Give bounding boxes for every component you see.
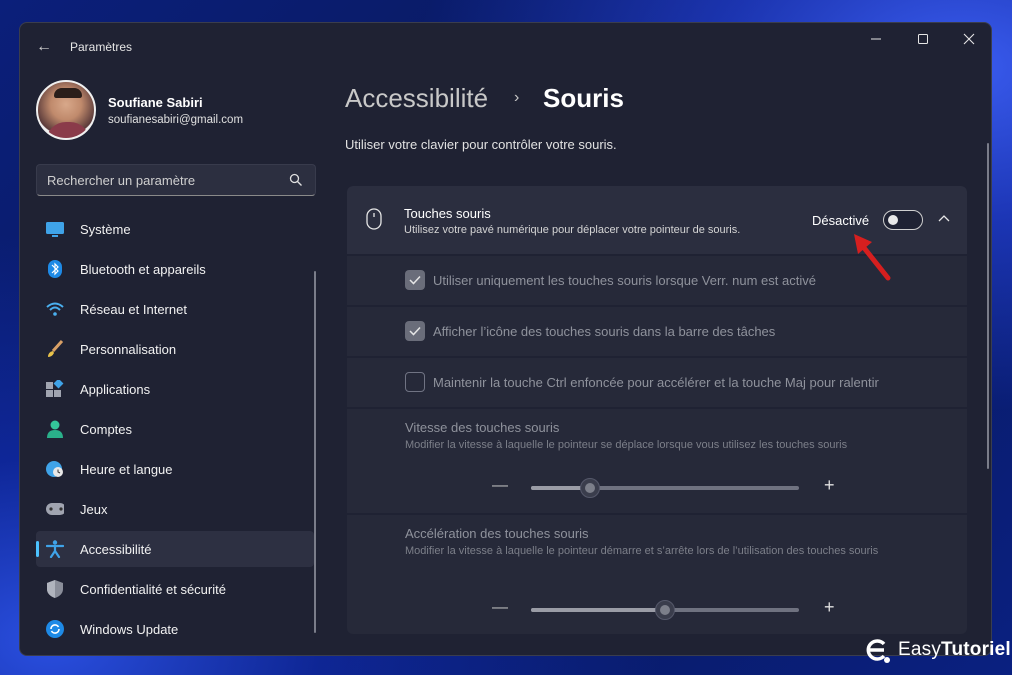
user-name: Soufiane Sabiri [108,95,203,110]
sidebar-item-label: Réseau et Internet [80,302,187,317]
settings-window: ← Paramètres Soufiane Sabiri soufianesab… [19,22,992,656]
close-icon [963,33,975,45]
content-scrollbar[interactable] [987,143,989,469]
back-button[interactable]: ← [32,35,56,59]
chevron-up-icon[interactable] [937,212,951,226]
minimize-icon [871,38,881,40]
acceleration-subtitle: Modifier la vitesse à laquelle le pointe… [405,545,879,557]
bluetooth-icon [46,260,64,278]
sidebar-item-heure[interactable]: Heure et langue [36,451,314,487]
slider-thumb[interactable] [579,478,600,498]
sidebar-item-label: Confidentialité et sécurité [80,582,226,597]
update-icon [46,620,64,638]
option-checkbox[interactable] [405,372,425,392]
mouse-keys-subtitle: Utilisez votre pavé numérique pour dépla… [404,224,741,236]
sidebar-item-label: Bluetooth et appareils [80,262,206,277]
sidebar-nav: Système Bluetooth et appareils Réseau et… [36,211,314,651]
toggle-state-label: Désactivé [812,213,870,228]
sidebar-scrollbar[interactable] [314,271,316,633]
sidebar-item-label: Applications [80,382,151,397]
option-row[interactable]: Afficher l’icône des touches souris dans… [347,307,967,356]
easytutoriel-logo-icon [866,639,890,663]
toggle-knob [888,215,898,225]
acceleration-decrease-button[interactable]: — [492,599,508,617]
watermark-text: EasyTutoriel [898,639,1011,660]
option-checkbox[interactable] [405,321,425,341]
acceleration-section: Accélération des touches souris Modifier… [347,515,967,634]
mouse-keys-title: Touches souris [404,206,491,221]
speed-decrease-button[interactable]: — [492,477,508,495]
sidebar-item-windows-update[interactable]: Windows Update [36,611,314,647]
slider-fill [531,608,665,612]
sidebar-item-comptes[interactable]: Comptes [36,411,314,447]
sidebar-item-label: Personnalisation [80,342,177,357]
page-description: Utiliser votre clavier pour contrôler vo… [345,137,617,152]
mouse-keys-toggle[interactable] [883,210,923,230]
sidebar-item-confidentialite[interactable]: Confidentialité et sécurité [36,571,314,607]
maximize-icon [918,34,928,44]
mouse-icon [366,208,382,230]
speed-section: Vitesse des touches souris Modifier la v… [347,409,967,513]
minimize-button[interactable] [853,23,899,55]
checkmark-icon [409,275,421,285]
option-label: Maintenir la touche Ctrl enfoncée pour a… [433,375,879,390]
sidebar-item-systeme[interactable]: Système [36,211,314,247]
wifi-icon [46,300,64,318]
acceleration-title: Accélération des touches souris [405,526,589,541]
watermark: EasyTutoriel [862,636,1011,664]
breadcrumb-separator: › [514,89,520,106]
page-title: Souris [543,83,624,113]
shield-icon [46,580,64,598]
sidebar-item-label: Windows Update [80,622,179,637]
acceleration-slider[interactable] [531,600,799,620]
monitor-icon [46,220,64,238]
speed-title: Vitesse des touches souris [405,420,560,435]
search-icon[interactable] [289,173,303,187]
sidebar-item-label: Jeux [80,502,108,517]
search-box [36,164,316,196]
annotation-arrow-icon [854,234,891,281]
sidebar-item-label: Comptes [80,422,133,437]
sidebar-item-label: Accessibilité [80,542,152,557]
option-row[interactable]: Maintenir la touche Ctrl enfoncée pour a… [347,358,967,407]
breadcrumb-parent[interactable]: Accessibilité [345,83,488,114]
search-input[interactable] [47,165,277,195]
globe-clock-icon [46,460,64,478]
window-title: Paramètres [70,40,133,54]
sidebar-item-jeux[interactable]: Jeux [36,491,314,527]
option-label: Afficher l’icône des touches souris dans… [433,324,776,339]
maximize-button[interactable] [900,23,946,55]
acceleration-increase-button[interactable]: + [824,597,835,618]
sidebar-item-label: Heure et langue [80,462,173,477]
title-bar: ← Paramètres [20,23,991,71]
selection-indicator [36,541,39,557]
sidebar-item-reseau[interactable]: Réseau et Internet [36,291,314,327]
sidebar-item-personnalisation[interactable]: Personnalisation [36,331,314,367]
accessibility-icon [46,540,64,558]
sidebar-item-accessibilite[interactable]: Accessibilité [36,531,314,567]
sidebar-item-label: Système [80,222,131,237]
option-checkbox[interactable] [405,270,425,290]
apps-icon [46,380,64,398]
user-email: soufianesabiri@gmail.com [108,114,244,126]
speed-subtitle: Modifier la vitesse à laquelle le pointe… [405,439,848,451]
speed-slider[interactable] [531,478,799,498]
close-button[interactable] [946,23,991,55]
sidebar-item-bluetooth[interactable]: Bluetooth et appareils [36,251,314,287]
checkmark-icon [409,326,421,336]
avatar[interactable] [36,80,96,140]
gamepad-icon [46,500,64,518]
sidebar-item-applications[interactable]: Applications [36,371,314,407]
option-label: Utiliser uniquement les touches souris l… [433,273,816,288]
brush-icon [46,340,64,358]
speed-increase-button[interactable]: + [824,475,835,496]
slider-thumb[interactable] [655,600,675,620]
person-icon [46,420,64,438]
